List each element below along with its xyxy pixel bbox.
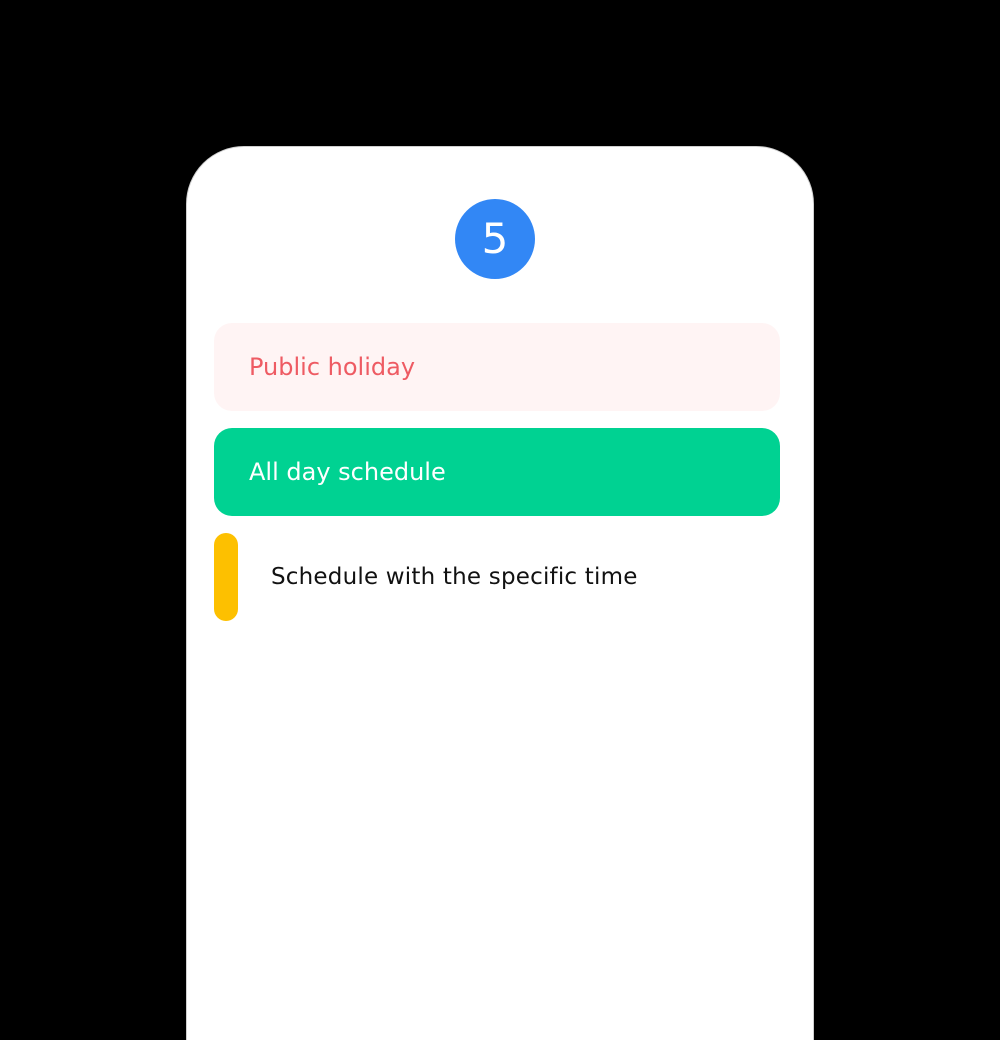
day-number-badge[interactable]: 5 [455,199,535,279]
day-number: 5 [481,214,509,263]
event-public-holiday-label: Public holiday [249,353,416,381]
event-timed-schedule-label: Schedule with the specific time [271,564,638,590]
event-timed-schedule[interactable]: Schedule with the specific time [214,533,780,621]
phone-frame: 5 Public holiday All day schedule Schedu… [186,146,814,1040]
timed-event-indicator [214,533,238,621]
screen-background: 5 Public holiday All day schedule Schedu… [0,0,1000,1040]
event-all-day-schedule-label: All day schedule [249,458,446,486]
event-all-day-schedule[interactable]: All day schedule [214,428,780,516]
event-public-holiday[interactable]: Public holiday [214,323,780,411]
